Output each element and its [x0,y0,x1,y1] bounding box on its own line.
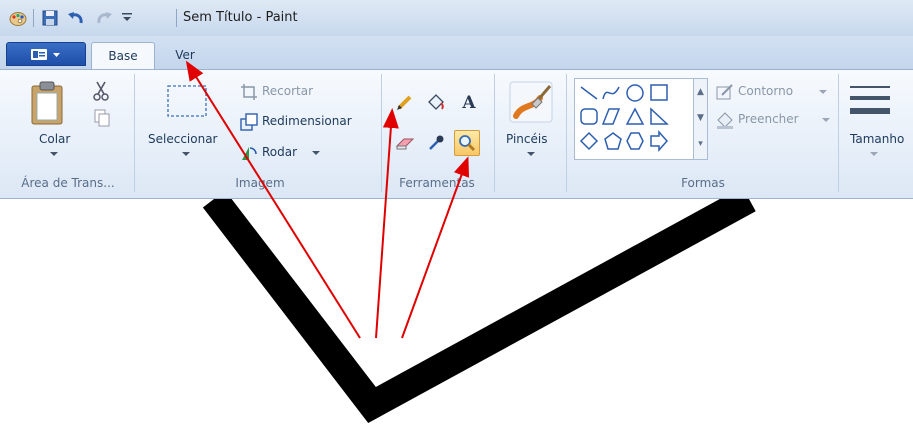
line-width-icon [850,84,890,118]
chevron-down-icon [182,152,190,157]
rotate-button[interactable]: Rodar [240,143,320,163]
brushes-button[interactable]: Pincéis [500,78,562,164]
select-button[interactable]: Seleccionar [140,80,232,164]
outline-label: Contorno [738,84,794,98]
paint-menu-button[interactable] [6,42,86,66]
rotate-label: Rodar [262,145,298,159]
separator [494,74,495,192]
rotate-icon [240,144,258,162]
chevron-down-icon [870,152,878,157]
color-picker-icon[interactable] [424,131,448,155]
fill-button[interactable]: Preencher [716,110,832,130]
group-label-image: Imagem [235,176,285,190]
shapes-gallery-icons [579,84,669,152]
brushes-label: Pincéis [506,132,548,146]
clipboard-icon [30,80,64,126]
chevron-down-icon [527,152,535,157]
fill-bucket-icon [716,111,734,129]
resize-icon [240,113,258,131]
shapes-gallery[interactable] [574,78,694,160]
paint-app-icon[interactable] [8,8,28,28]
fill-label: Preencher [738,112,799,126]
separator [33,9,34,27]
crop-icon [240,83,258,101]
drawing-canvas[interactable] [0,186,913,425]
chevron-down-icon [312,151,320,156]
window-title: Sem Título - Paint [183,10,298,25]
crop-button[interactable]: Recortar [240,82,350,102]
separator [566,74,567,192]
title-bar: Sem Título - Paint [0,0,913,36]
svg-text:A: A [461,93,476,111]
chevron-down-icon [822,118,830,123]
paste-label: Colar [39,132,71,146]
brush-icon [508,80,554,124]
group-label-tools: Ferramentas [399,176,475,190]
selection-rectangle-icon [166,84,208,118]
pencil-tool-icon[interactable] [393,90,417,114]
chevron-down-icon [819,90,827,95]
group-label-clipboard: Área de Trans... [21,176,115,190]
tab-base[interactable]: Base [91,42,155,69]
shapes-gallery-scrollbar[interactable]: ▲ ▼ ▾ [694,78,708,160]
eraser-icon[interactable] [393,131,417,155]
resize-button[interactable]: Redimensionar [240,112,376,132]
redo-icon[interactable] [94,8,114,28]
separator [838,74,839,192]
group-label-shapes: Formas [681,176,725,190]
resize-label: Redimensionar [262,114,352,128]
chevron-down-icon [50,152,58,157]
undo-icon[interactable] [66,8,86,28]
cut-icon[interactable] [92,80,110,102]
drawn-v-shape [202,186,756,424]
text-tool-icon[interactable]: A [457,90,481,114]
magnifier-icon[interactable] [454,130,480,156]
outline-pencil-icon [716,83,734,101]
customize-toolbar-icon[interactable] [120,10,140,30]
outline-button[interactable]: Contorno [716,82,827,102]
crop-label: Recortar [262,84,314,98]
copy-icon[interactable] [93,108,111,128]
tab-ver[interactable]: Ver [160,42,210,69]
save-icon[interactable] [40,8,60,28]
size-button[interactable]: Tamanho [844,78,913,164]
select-label: Seleccionar [148,132,218,146]
size-label: Tamanho [850,132,905,146]
separator [176,9,177,27]
paste-button[interactable]: Colar [14,78,74,164]
separator [381,74,382,192]
fill-bucket-icon[interactable] [424,90,448,114]
separator [134,74,135,192]
